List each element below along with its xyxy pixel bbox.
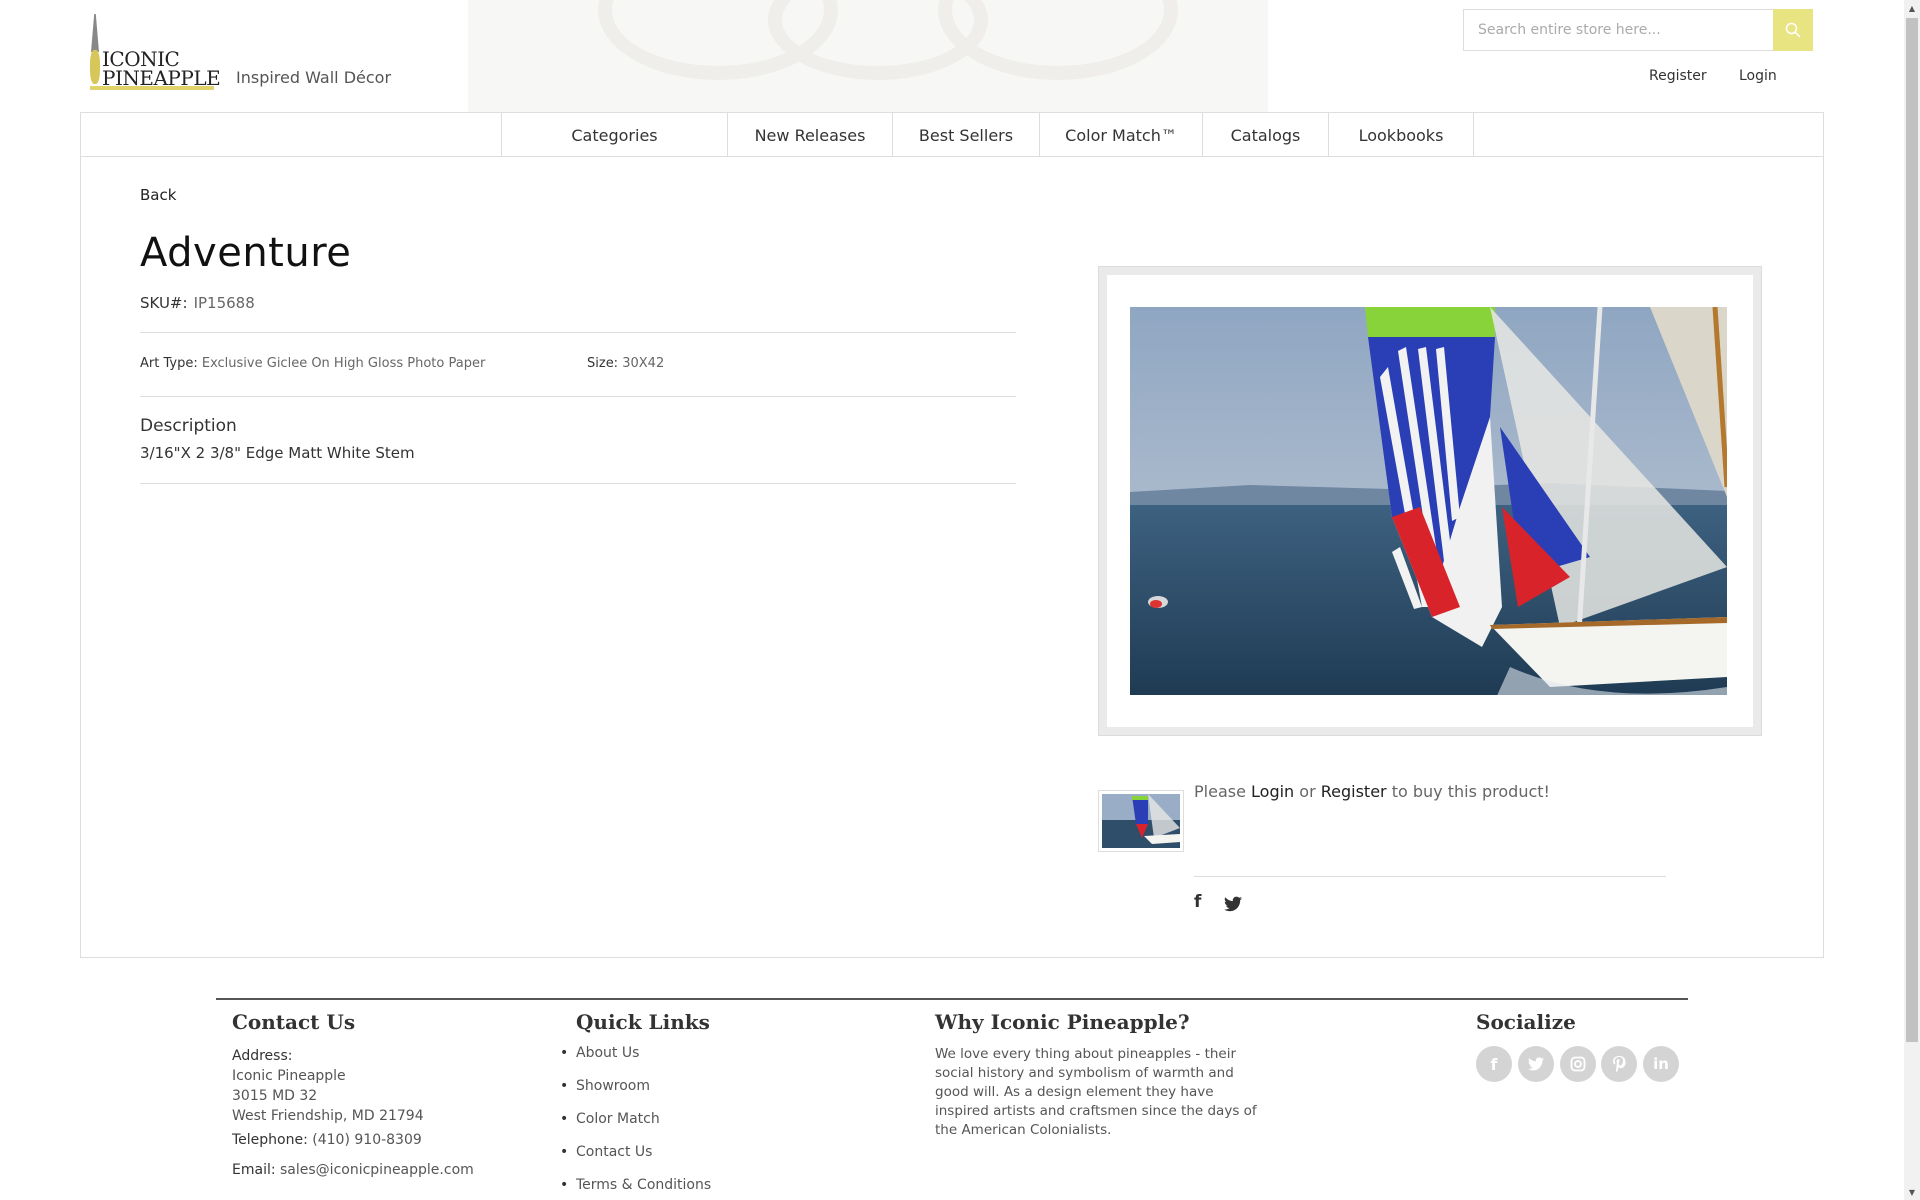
art-type: Art Type: Exclusive Giclee On High Gloss… xyxy=(140,356,485,371)
pineapple-leaf-icon xyxy=(91,14,99,52)
twitter-icon[interactable] xyxy=(1518,1046,1554,1082)
page-scrollbar[interactable]: ▲ ▼ xyxy=(1904,0,1920,1200)
art-type-value: Exclusive Giclee On High Gloss Photo Pap… xyxy=(201,356,486,371)
sailboat-photo xyxy=(1130,307,1727,695)
address-line: West Friendship, MD 21794 xyxy=(232,1108,424,1124)
quick-link-about[interactable]: About Us xyxy=(560,1045,639,1061)
header-register-link[interactable]: Register xyxy=(1649,68,1707,84)
back-link[interactable]: Back xyxy=(140,186,176,204)
sku-label: SKU#: xyxy=(140,294,188,312)
twitter-share-icon[interactable] xyxy=(1224,896,1242,912)
footer-contact: Address: Iconic Pineapple 3015 MD 32 Wes… xyxy=(232,1046,474,1180)
footer-contact-heading: Contact Us xyxy=(232,1010,356,1034)
site-header: ICONIC PINEAPPLE Inspired Wall Décor Reg… xyxy=(0,0,1904,112)
email-label: Email: xyxy=(232,1162,276,1178)
product-image-mat xyxy=(1107,275,1753,727)
product-thumbnail[interactable] xyxy=(1098,790,1184,852)
thumbnail-photo xyxy=(1102,794,1180,848)
quick-link-color-match[interactable]: Color Match xyxy=(560,1111,660,1127)
scrollbar-thumb[interactable] xyxy=(1906,18,1918,1042)
facebook-share-icon[interactable]: f xyxy=(1194,892,1201,912)
main-nav: Categories New Releases Best Sellers Col… xyxy=(81,113,1823,157)
nav-best-sellers[interactable]: Best Sellers xyxy=(893,113,1040,157)
scroll-up-icon[interactable]: ▲ xyxy=(1904,0,1920,16)
product-image xyxy=(1130,307,1729,695)
nav-color-match[interactable]: Color Match™ xyxy=(1040,113,1203,157)
address-label: Address: xyxy=(232,1048,293,1064)
search-box xyxy=(1463,9,1813,51)
pinterest-icon[interactable] xyxy=(1601,1046,1637,1082)
footer-why-heading: Why Iconic Pineapple? xyxy=(935,1010,1190,1034)
product-sku: SKU#: IP15688 xyxy=(140,294,255,312)
product-title: Adventure xyxy=(140,230,352,276)
facebook-icon[interactable]: f xyxy=(1476,1046,1512,1082)
buy-register-link[interactable]: Register xyxy=(1321,782,1387,801)
product-image-frame[interactable] xyxy=(1098,266,1762,736)
site-tagline: Inspired Wall Décor xyxy=(236,68,392,87)
footer-divider xyxy=(216,998,1688,1000)
buy-suffix: to buy this product! xyxy=(1391,782,1550,801)
divider xyxy=(140,483,1016,484)
quick-link-showroom[interactable]: Showroom xyxy=(560,1078,650,1094)
divider xyxy=(1194,876,1666,877)
email-value[interactable]: sales@iconicpineapple.com xyxy=(280,1162,474,1178)
pinterest-glyph xyxy=(1613,1056,1626,1073)
linkedin-icon[interactable]: in xyxy=(1643,1046,1679,1082)
size-value: 30X42 xyxy=(622,356,665,371)
header-login-link[interactable]: Login xyxy=(1739,68,1777,84)
header-watermark xyxy=(468,0,1268,112)
nav-lookbooks[interactable]: Lookbooks xyxy=(1329,113,1474,157)
size-label: Size: xyxy=(587,356,619,371)
divider xyxy=(140,332,1016,333)
sku-value: IP15688 xyxy=(193,294,255,312)
buy-prefix: Please xyxy=(1194,782,1246,801)
instagram-icon[interactable] xyxy=(1560,1046,1596,1082)
art-type-label: Art Type: xyxy=(140,356,198,371)
address-line: 3015 MD 32 xyxy=(232,1088,318,1104)
search-icon xyxy=(1785,22,1801,38)
search-input[interactable] xyxy=(1464,10,1774,50)
quick-link-contact[interactable]: Contact Us xyxy=(560,1144,653,1160)
footer-socialize-heading: Socialize xyxy=(1476,1010,1576,1034)
buy-prompt: Please Login or Register to buy this pro… xyxy=(1194,782,1550,801)
size: Size: 30X42 xyxy=(587,356,664,371)
nav-categories[interactable]: Categories xyxy=(501,113,728,157)
scroll-down-icon[interactable]: ▼ xyxy=(1904,1184,1920,1200)
instagram-glyph xyxy=(1570,1056,1586,1072)
nav-catalogs[interactable]: Catalogs xyxy=(1203,113,1329,157)
site-logo[interactable]: ICONIC PINEAPPLE xyxy=(90,14,221,90)
buy-login-link[interactable]: Login xyxy=(1251,782,1294,801)
footer-quick-links-heading: Quick Links xyxy=(576,1010,710,1034)
logo-underline xyxy=(90,86,214,90)
description-text: 3/16"X 2 3/8" Edge Matt White Stem xyxy=(140,444,415,462)
buy-or: or xyxy=(1299,782,1316,801)
quick-link-terms[interactable]: Terms & Conditions xyxy=(560,1177,711,1193)
footer-why-text: We love every thing about pineapples - t… xyxy=(935,1046,1257,1138)
telephone-value[interactable]: (410) 910-8309 xyxy=(312,1132,422,1148)
pineapple-icon xyxy=(90,50,100,84)
twitter-glyph xyxy=(1528,1057,1544,1071)
address-line: Iconic Pineapple xyxy=(232,1068,346,1084)
search-button[interactable] xyxy=(1773,9,1813,51)
nav-new-releases[interactable]: New Releases xyxy=(728,113,893,157)
divider xyxy=(140,396,1016,397)
telephone-label: Telephone: xyxy=(232,1132,308,1148)
description-heading: Description xyxy=(140,416,237,436)
